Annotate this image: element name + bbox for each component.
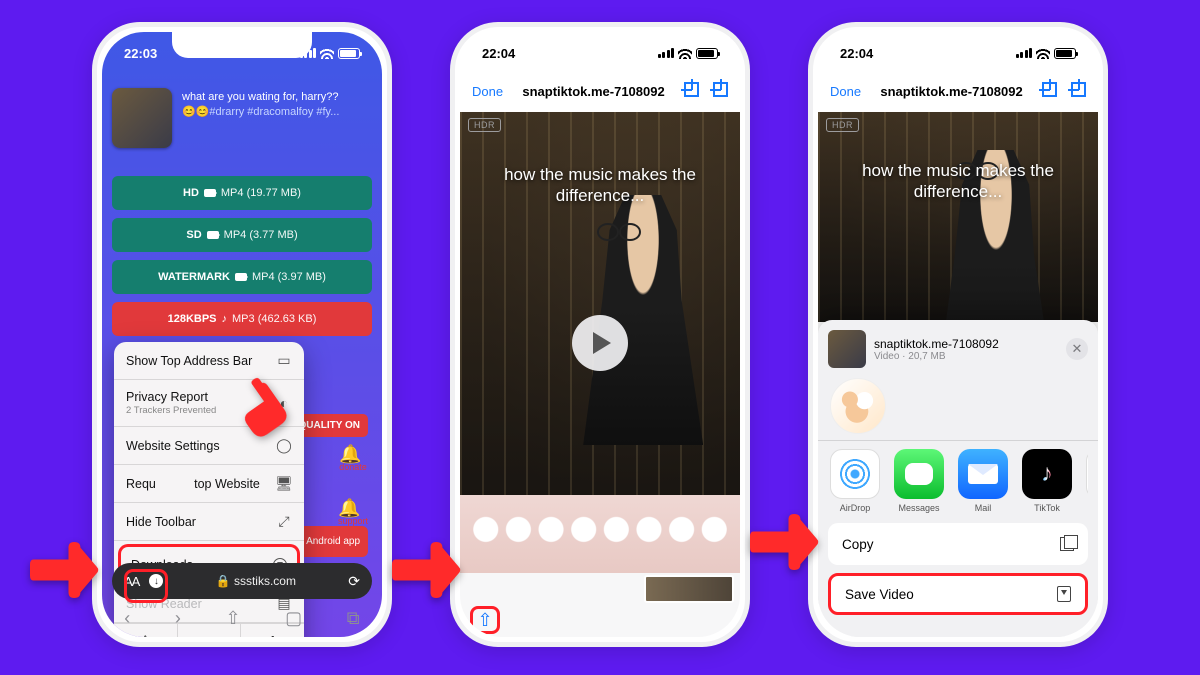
video-icon bbox=[207, 231, 219, 239]
download-hd-button[interactable]: HD MP4 (19.77 MB) bbox=[112, 176, 372, 210]
action-copy[interactable]: Copy bbox=[828, 523, 1088, 565]
clock: 22:04 bbox=[840, 46, 873, 61]
share-icon[interactable]: ⇧ bbox=[477, 610, 492, 631]
desktop-icon: 🖥 bbox=[276, 476, 292, 492]
download-audio-button[interactable]: 128KBPS♪ MP3 (462.63 KB) bbox=[112, 302, 372, 336]
done-button[interactable]: Done bbox=[472, 84, 503, 99]
wifi-icon bbox=[678, 48, 692, 59]
video-caption: what are you wating for, harry?? 😊😊#drar… bbox=[182, 88, 372, 148]
action-save-video[interactable]: Save Video bbox=[828, 573, 1088, 615]
wifi-icon bbox=[1036, 48, 1050, 59]
hdr-badge: HDR bbox=[826, 118, 859, 132]
tiktok-icon: ♪ bbox=[1022, 449, 1072, 499]
divider bbox=[818, 440, 1098, 441]
close-sheet-button[interactable]: ✕ bbox=[1066, 338, 1088, 360]
thumbnail-strip bbox=[460, 573, 740, 605]
status-bar: 22:04 bbox=[818, 44, 1098, 62]
app-mail[interactable]: Mail bbox=[958, 449, 1008, 513]
pointer-hand-icon bbox=[750, 512, 820, 572]
video-icon bbox=[204, 189, 216, 197]
safari-toolbar: ‹ › ⇧ ▢ ⧉ bbox=[102, 599, 382, 637]
bookmarks-button[interactable]: ▢ bbox=[285, 608, 302, 629]
url-text: 🔒 ssstiks.com bbox=[173, 574, 338, 588]
crop-button[interactable] bbox=[1071, 82, 1086, 100]
donate-label: donate bbox=[339, 462, 367, 472]
done-button[interactable]: Done bbox=[830, 84, 861, 99]
pointer-hand-icon bbox=[30, 540, 100, 600]
video-preview[interactable]: HDR how the music makes thedifference... bbox=[460, 112, 740, 573]
hdr-badge: HDR bbox=[468, 118, 501, 132]
forward-button[interactable]: › bbox=[175, 608, 181, 629]
highlight-share-button: ⇧ bbox=[470, 606, 500, 634]
video-info-row: what are you wating for, harry?? 😊😊#drar… bbox=[102, 82, 382, 154]
video-overlay-text: how the music makes thedifference... bbox=[460, 164, 740, 207]
tabs-button[interactable]: ⧉ bbox=[347, 608, 360, 629]
app-more[interactable]: Me bbox=[1086, 449, 1088, 513]
share-button[interactable]: ⇧ bbox=[225, 608, 240, 629]
menu-hide-toolbar[interactable]: Hide Toolbar ⤢ bbox=[114, 503, 304, 541]
clock: 22:04 bbox=[482, 46, 515, 61]
copy-icon bbox=[1060, 537, 1074, 551]
donate-bell-icon[interactable]: 🔔 bbox=[339, 444, 359, 464]
play-button[interactable] bbox=[572, 315, 628, 371]
support-bell-icon[interactable]: 🔔 bbox=[338, 498, 358, 518]
thumbnail-item[interactable] bbox=[644, 575, 734, 603]
app-airdrop[interactable]: AirDrop bbox=[830, 449, 880, 513]
video-keyboard-prop bbox=[460, 495, 740, 573]
rotate-button[interactable] bbox=[684, 82, 699, 100]
battery-icon bbox=[1054, 48, 1076, 59]
signal-icon bbox=[658, 48, 675, 58]
rotate-button[interactable] bbox=[1042, 82, 1057, 100]
video-overlay-text: how the music makes thedifference... bbox=[818, 160, 1098, 203]
airdrop-icon bbox=[838, 457, 872, 491]
highlight-aA-button bbox=[124, 569, 168, 603]
share-sheet: snaptiktok.me-7108092 Video · 20,7 MB ✕ … bbox=[818, 320, 1098, 637]
nav-title: snaptiktok.me-7108092 bbox=[861, 84, 1042, 99]
wifi-icon bbox=[320, 48, 334, 59]
nav-title: snaptiktok.me-7108092 bbox=[503, 84, 684, 99]
messages-icon bbox=[894, 449, 944, 499]
support-label: support bbox=[338, 516, 368, 526]
more-icon bbox=[1086, 449, 1088, 499]
status-bar: 22:04 bbox=[460, 44, 740, 62]
sheet-file-info: snaptiktok.me-7108092 Video · 20,7 MB bbox=[874, 337, 1058, 362]
settings-icon: ◯ bbox=[276, 438, 292, 454]
nav-bar: Done snaptiktok.me-7108092 bbox=[818, 74, 1098, 108]
sheet-thumbnail bbox=[828, 330, 866, 368]
signal-icon bbox=[1016, 48, 1033, 58]
mail-icon bbox=[958, 449, 1008, 499]
back-button[interactable]: ‹ bbox=[124, 608, 130, 629]
clock: 22:03 bbox=[124, 46, 157, 61]
pointer-hand-icon bbox=[392, 540, 462, 600]
reload-icon[interactable]: ⟳ bbox=[348, 573, 360, 590]
signal-icon bbox=[300, 48, 317, 58]
video-thumbnail bbox=[112, 88, 172, 148]
nav-bar: Done snaptiktok.me-7108092 bbox=[460, 74, 740, 108]
video-preview: HDR how the music makes thedifference... bbox=[818, 112, 1098, 322]
download-watermark-button[interactable]: WATERMARK MP4 (3.97 MB) bbox=[112, 260, 372, 294]
share-apps-row: AirDrop Messages Mail ♪ TikTok bbox=[828, 449, 1088, 517]
download-sd-button[interactable]: SD MP4 (3.77 MB) bbox=[112, 218, 372, 252]
app-tiktok[interactable]: ♪ TikTok bbox=[1022, 449, 1072, 513]
crop-button[interactable] bbox=[713, 82, 728, 100]
contact-avatar[interactable] bbox=[830, 378, 886, 434]
video-icon bbox=[235, 273, 247, 281]
battery-icon bbox=[338, 48, 360, 59]
app-messages[interactable]: Messages bbox=[894, 449, 944, 513]
battery-icon bbox=[696, 48, 718, 59]
expand-icon: ⤢ bbox=[276, 514, 292, 530]
menu-request-desktop[interactable]: Requ top Website 🖥 bbox=[114, 465, 304, 503]
music-note-icon: ♪ bbox=[222, 313, 228, 325]
save-icon bbox=[1057, 586, 1071, 602]
bottom-toolbar: ⇧ bbox=[460, 603, 740, 637]
status-bar: 22:03 bbox=[102, 44, 382, 62]
